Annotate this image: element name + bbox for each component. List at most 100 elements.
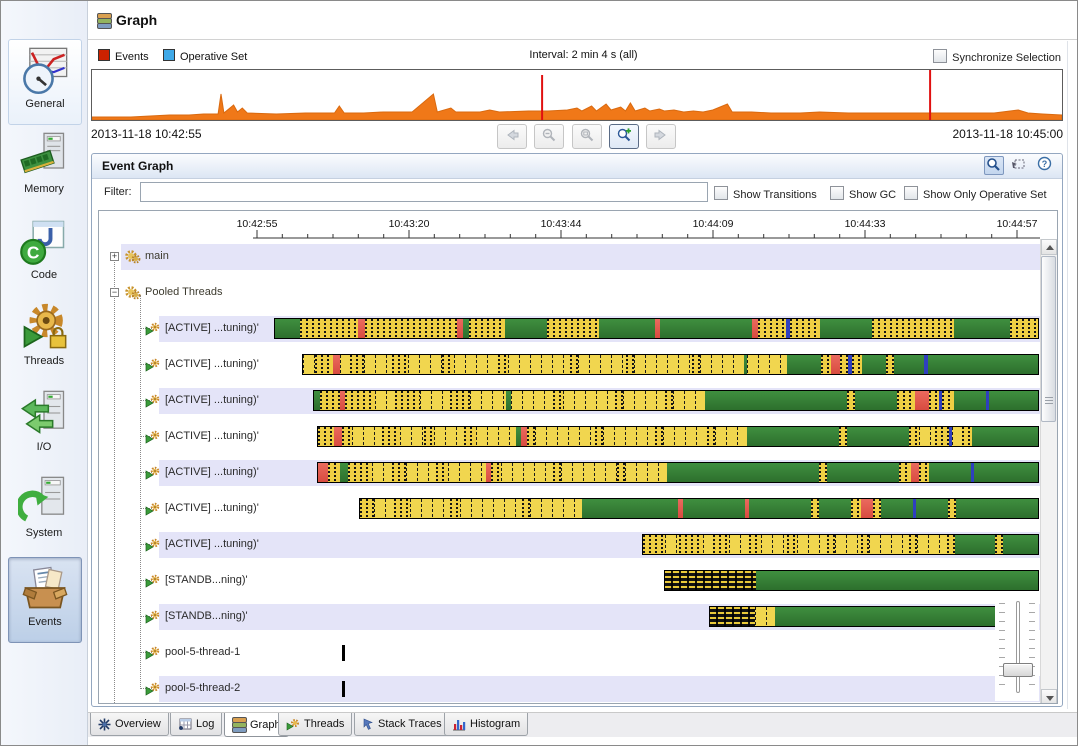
- thread-activity-bar[interactable]: [642, 534, 1039, 555]
- thread-row[interactable]: pool-5-thread-2: [99, 671, 1041, 703]
- checkbox-box[interactable]: [714, 186, 728, 200]
- thread-row[interactable]: [STANDB...ning)': [99, 563, 1041, 599]
- event-tick-marker: [342, 681, 345, 697]
- scrollbar-grip: [1045, 397, 1053, 405]
- bar-segment-y: [835, 535, 861, 554]
- scrollbar-thumb[interactable]: [1041, 256, 1056, 422]
- thread-label: [ACTIVE] ...tuning)': [165, 466, 259, 478]
- bar-segment-g: [847, 427, 909, 446]
- tree-toggle-expand[interactable]: +: [110, 252, 119, 261]
- thread-activity-bar[interactable]: [317, 462, 1039, 483]
- events-overview-strip-chart[interactable]: [91, 69, 1063, 121]
- bar-segment-g: [787, 355, 821, 374]
- sidebar-item-io[interactable]: I/O: [8, 383, 80, 467]
- filter-input[interactable]: [140, 182, 708, 202]
- thread-activity-bar[interactable]: [709, 606, 1039, 627]
- bar-segment-y: [869, 535, 909, 554]
- bar-segment-y: [715, 427, 747, 446]
- synchronize-selection-checkbox[interactable]: Synchronize Selection: [933, 49, 1061, 64]
- thread-activity-bar[interactable]: [302, 354, 1039, 375]
- tab-log[interactable]: Log: [170, 713, 223, 736]
- sidebar-item-system[interactable]: System: [8, 469, 80, 553]
- bar-segment-h: [787, 535, 797, 554]
- show-transitions-checkbox[interactable]: Show Transitions: [714, 186, 817, 201]
- bar-segment-h: [811, 499, 819, 518]
- bar-segment-h: [851, 499, 861, 518]
- thread-row[interactable]: [ACTIVE] ...tuning)': [99, 383, 1041, 419]
- thread-activity-bar[interactable]: [313, 390, 1039, 411]
- show-only-operative-set-checkbox[interactable]: Show Only Operative Set: [904, 186, 1047, 201]
- thread-icon: [144, 322, 162, 338]
- bar-segment-y: [797, 535, 827, 554]
- bar-segment-h: [345, 391, 375, 410]
- checkbox-box[interactable]: [904, 186, 918, 200]
- checkbox-box[interactable]: [830, 186, 844, 200]
- bar-segment-h: [821, 355, 831, 374]
- tab-histogram[interactable]: Histogram: [444, 713, 529, 736]
- thread-icon: [144, 610, 162, 626]
- bar-segment-r: [861, 499, 873, 518]
- vertical-scrollbar[interactable]: [1040, 239, 1057, 703]
- checkbox-box[interactable]: [933, 49, 948, 63]
- thread-row[interactable]: [STANDB...ning)': [99, 599, 1041, 635]
- scroll-up-button[interactable]: [1041, 239, 1057, 255]
- sidebar-item-code[interactable]: C Code: [8, 211, 80, 295]
- thread-activity-bar[interactable]: [317, 426, 1039, 447]
- sidebar-item-label: System: [25, 527, 63, 539]
- region-select-button[interactable]: [1009, 156, 1029, 175]
- thread-row[interactable]: [ACTIVE] ...tuning)': [99, 491, 1041, 527]
- selection-rectangle-icon: [1012, 159, 1025, 169]
- bar-segment-h: [899, 463, 911, 482]
- bar-segment-y: [470, 391, 506, 410]
- panel-toolbar: ?: [982, 156, 1054, 176]
- thread-icon: [286, 718, 299, 731]
- thread-row[interactable]: [ACTIVE] ...tuning)': [99, 455, 1041, 491]
- bar-segment-g: [747, 427, 839, 446]
- bar-segment-y: [952, 427, 962, 446]
- zoom-out-button[interactable]: [534, 124, 565, 149]
- bar-segment-y: [603, 427, 655, 446]
- zoom-slider-track[interactable]: [1016, 601, 1020, 693]
- back-button[interactable]: [497, 124, 527, 149]
- tab-overview[interactable]: Overview: [90, 713, 169, 736]
- help-button[interactable]: ?: [1034, 156, 1054, 175]
- show-gc-checkbox[interactable]: Show GC: [830, 186, 896, 201]
- thread-row[interactable]: pool-5-thread-1: [99, 635, 1041, 671]
- tab-threads[interactable]: Threads: [278, 713, 353, 736]
- thread-row[interactable]: [ACTIVE] ...tuning)': [99, 311, 1041, 347]
- bar-segment-r: [318, 463, 328, 482]
- zoom-tool-button[interactable]: [983, 156, 1004, 175]
- bar-segment-h: [872, 319, 954, 338]
- sidebar-item-general[interactable]: General: [8, 39, 82, 125]
- thread-row[interactable]: − Pooled Threads: [99, 275, 1041, 311]
- thread-row[interactable]: + main: [99, 239, 1041, 275]
- bar-segment-y: [400, 427, 424, 446]
- bar-segment-h: [553, 391, 563, 410]
- thread-timeline-graph[interactable]: 10:42:55 10:43:20 10:43:44 10:44:09 10:44:33…: [98, 210, 1058, 704]
- bar-segment-h: [450, 499, 460, 518]
- sidebar-item-memory[interactable]: Memory: [8, 125, 80, 209]
- tree-toggle-collapse[interactable]: −: [110, 288, 119, 297]
- zoom-in-button[interactable]: [609, 124, 640, 149]
- sidebar-item-threads[interactable]: Threads: [8, 297, 80, 381]
- tab-stack-traces[interactable]: Stack Traces: [354, 713, 450, 736]
- bar-segment-h: [852, 355, 862, 374]
- thread-row[interactable]: [ACTIVE] ...tuning)': [99, 527, 1041, 563]
- thread-row[interactable]: [ACTIVE] ...tuning)': [99, 347, 1041, 383]
- forward-button[interactable]: [646, 124, 677, 149]
- interval-label: Interval: 2 min 4 s (all): [529, 49, 638, 61]
- scroll-down-button[interactable]: [1041, 689, 1057, 703]
- thread-activity-bar[interactable]: [664, 570, 1039, 591]
- zoom-fit-button[interactable]: [571, 124, 602, 149]
- arrow-left-icon: [507, 129, 519, 141]
- thread-activity-bar[interactable]: [359, 498, 1039, 519]
- bar-segment-h: [929, 391, 939, 410]
- sidebar-item-events[interactable]: Events: [8, 557, 82, 643]
- zoom-slider-handle[interactable]: [1003, 663, 1033, 677]
- thread-row[interactable]: [ACTIVE] ...tuning)': [99, 419, 1041, 455]
- thread-activity-bar[interactable]: [274, 318, 1039, 339]
- page-header: Graph: [88, 1, 1077, 40]
- bar-segment-y: [501, 463, 553, 482]
- bar-segment-y: [408, 355, 442, 374]
- bar-segment-y: [729, 535, 749, 554]
